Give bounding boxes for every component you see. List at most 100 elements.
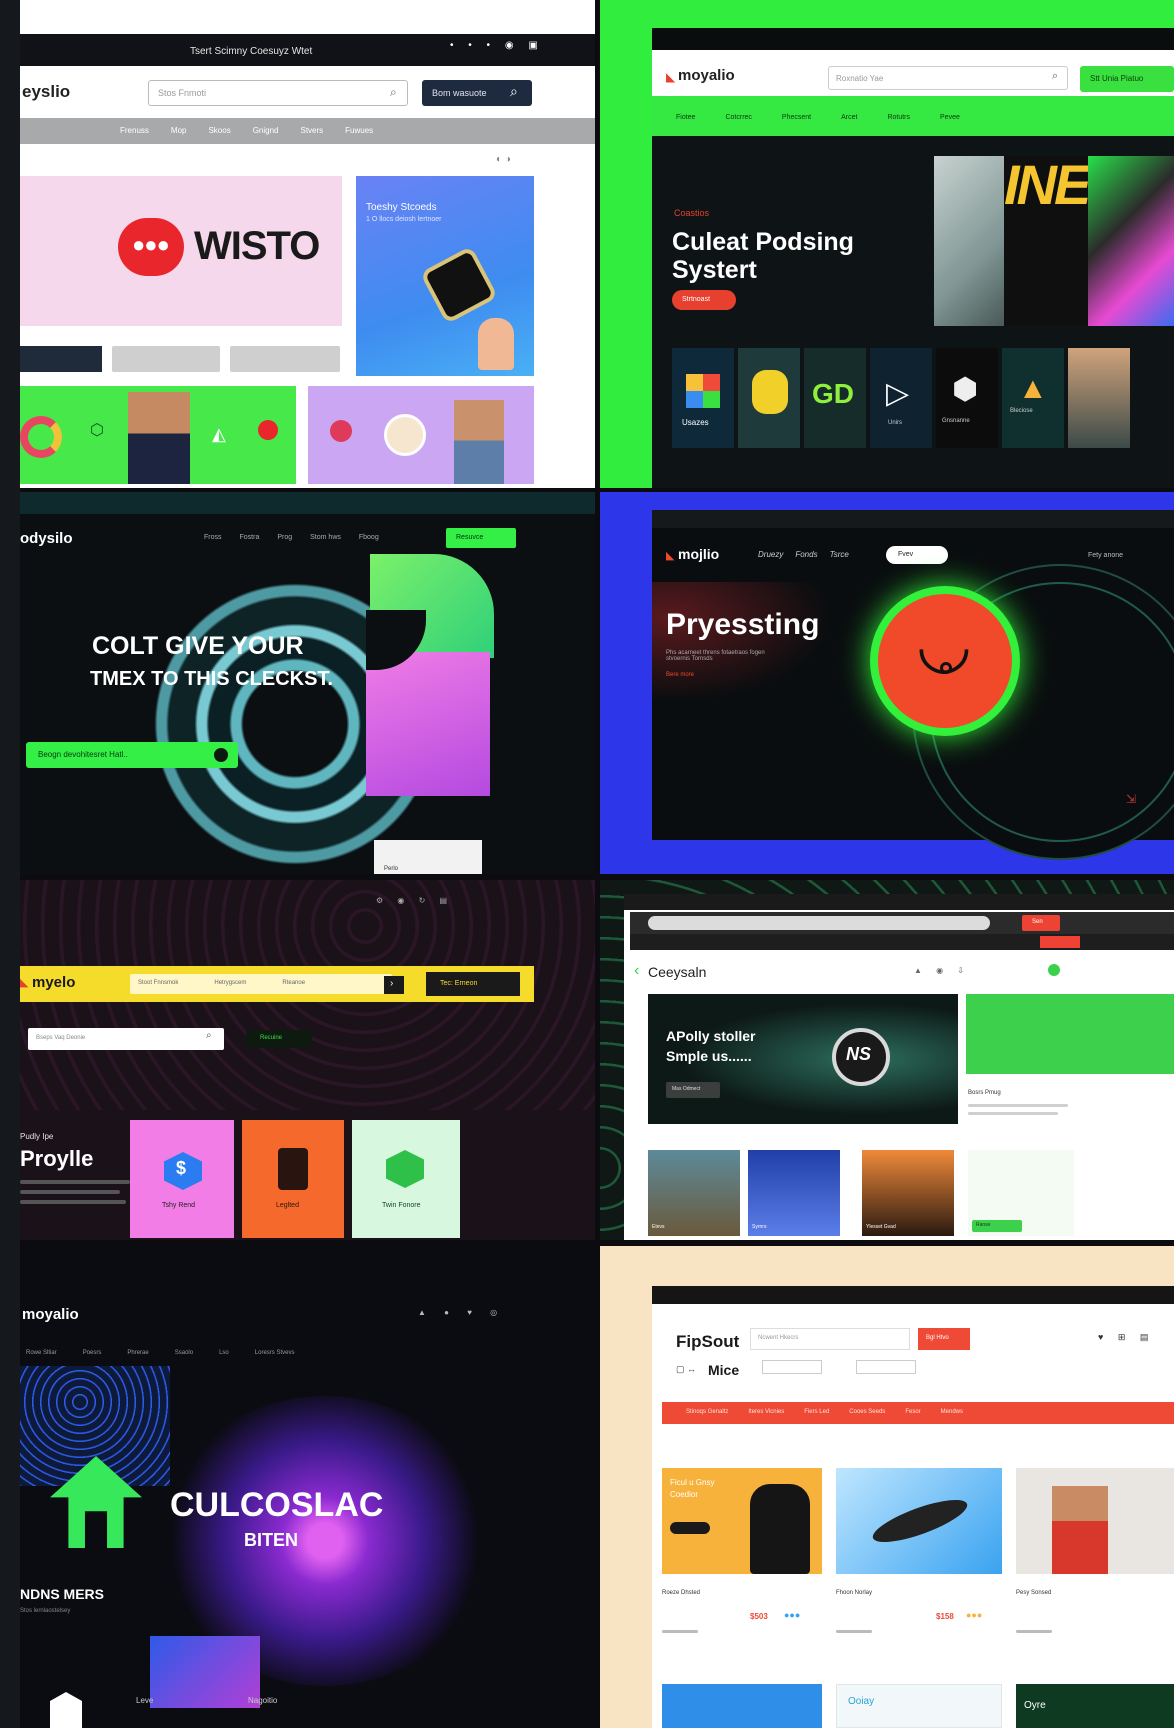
nav-item[interactable]: Poesrs [83,1350,102,1356]
logo[interactable]: moyalio [678,67,735,84]
menu-item[interactable]: Fiers Led [804,1409,829,1415]
shoe-icon: ◭ [212,424,226,444]
menu-item[interactable]: Iteres Vicnies [748,1409,784,1415]
tab-placeholder[interactable] [112,346,220,372]
hero-button-label: Strtnoast [682,296,711,303]
search-icon[interactable]: ⌕ [206,1030,212,1041]
nav-item[interactable]: Lso [219,1350,229,1356]
corner-arrow-icon[interactable]: ⇲ [1126,792,1136,806]
header-strip [20,492,595,514]
menu-item[interactable]: Mendws [941,1409,963,1415]
nav-item[interactable]: Stvers [301,126,324,135]
nav-item[interactable]: Phecsent [782,114,811,121]
nav-item[interactable]: Tsrce [830,550,849,559]
nav-item[interactable]: Cotcrrec [725,114,751,121]
nav-item[interactable]: Pevee [940,114,960,121]
nav-item[interactable]: Rowe Sltiar [26,1350,57,1356]
thumb-label: Ylesset Gvad [866,1224,896,1230]
nav-item[interactable]: Phrerae [127,1350,148,1356]
search-segment[interactable]: Stoot Fnnsmok [138,980,178,986]
grid-tile-robot-icon[interactable] [738,348,800,448]
nav-item[interactable]: Gnignd [253,126,279,135]
nav-item[interactable]: Arcet [841,114,857,121]
grid-tile-portrait[interactable] [1068,348,1130,448]
grid-tile-windows-icon[interactable]: Usazes [672,348,734,448]
grid-tile-gd-icon[interactable]: GD [804,348,866,448]
nav-items: Druezy Fonds Tsrce [758,550,849,559]
menu-item[interactable]: Stinoqs Genaltz [686,1409,728,1415]
tab-placeholder[interactable] [230,346,340,372]
nav-active-tab[interactable] [1040,936,1080,948]
nav-item[interactable]: Frenuss [120,126,149,135]
nav-item[interactable]: Stom hws [310,534,341,541]
grid-tile-cube-icon[interactable]: ⬢ Gnsnanne [936,348,998,448]
header-icons[interactable]: ♥ ⊞ ▤ [1098,1332,1154,1343]
tile-moyalio-gaming[interactable]: ◣ moyalio Roxnatio Yae ⌕ Stt Unia Piatuo… [600,0,1174,488]
search-icon[interactable]: ⌕ [1052,70,1058,83]
pager-dots[interactable]: ◐ ◑ [496,154,511,165]
headline-line-1: Culeat Podsing [672,228,854,256]
search-segment[interactable]: Hetrygscem [214,980,246,986]
nav-item[interactable]: Skoos [208,126,230,135]
dark-tab[interactable] [20,346,102,372]
nav-item[interactable]: Fostra [240,534,260,541]
top-strip-icons[interactable]: ⚙ ◉ ↻ ▤ [376,896,453,905]
side-title: Bosrs Pmug [968,1090,1001,1096]
logo[interactable]: mojlio [678,546,719,562]
color-swatches[interactable]: ●●● [966,1610,982,1620]
tile-myelo-finance[interactable]: ⚙ ◉ ↻ ▤ ◣ myelo Stoot Fnnsmok Hetrygscem… [20,880,595,1240]
toolbar-icons[interactable]: ▲ ◉ ⇩ [914,966,970,975]
nav-item[interactable]: Mop [171,126,187,135]
grid-tile-triangle-icon[interactable]: ▲ Bleciose [1002,348,1064,448]
header-icons[interactable]: ▲ ● ♥ ◎ [418,1308,505,1317]
grid-tile-play-icon[interactable]: ▷ Unirs [870,348,932,448]
logo[interactable]: moyalio [22,1306,79,1323]
promo-pill[interactable] [670,1522,710,1534]
more-link[interactable]: Bere more [666,672,694,678]
green-toggle[interactable] [1048,964,1060,976]
sub-toolbar-icons[interactable]: ▢ ↔ [676,1364,696,1375]
topbar-icons[interactable]: • • • ◉ ▣ [450,40,544,51]
tile-moyalio-neon[interactable]: moyalio ▲ ● ♥ ◎ Rowe Sltiar Poesrs Phrer… [20,1246,595,1728]
card-label: Twin Fonore [382,1202,421,1209]
back-icon[interactable]: ‹ [634,962,639,980]
search-icon[interactable]: ⌕ [390,85,397,100]
menu-item[interactable]: Fesor [905,1409,920,1415]
arrow-button[interactable] [384,976,404,994]
nav-item[interactable]: Fuwues [345,126,373,135]
url-field[interactable] [648,916,990,930]
nav-item[interactable]: Rotutrs [887,114,910,121]
toggle-pill[interactable] [886,546,948,564]
tile-fipsout-shop[interactable]: FipSout Ncwent Hkecrs Bgl Htvo ♥ ⊞ ▤ Mic… [600,1246,1174,1728]
side-promo[interactable] [966,994,1174,1074]
nav-item[interactable]: Druezy [758,550,783,559]
color-swatches[interactable]: ●●● [784,1610,800,1620]
sub-logo[interactable]: Mice [708,1362,739,1378]
logo[interactable]: eyslio [22,82,70,102]
dropdown[interactable] [762,1360,822,1374]
nav-item[interactable]: Fross [204,534,222,541]
tile-ceeysaln-media[interactable]: Sen ‹ Ceeysaln ▲ ◉ ⇩ APolly stoller Smpl… [600,880,1174,1240]
logo[interactable]: odysilo [20,530,73,547]
tile-odysilo-landing[interactable]: odysilo Fross Fostra Prog Stom hws Fboog… [20,492,595,874]
logo[interactable]: FipSout [676,1332,739,1352]
menu-item[interactable]: Cooes Seeds [849,1409,885,1415]
nav-item[interactable]: Fonds [795,550,817,559]
product-name: Fhoon Norlay [836,1590,873,1596]
headline: CULCOSLAC [170,1486,384,1524]
tile-mojlio-wifi[interactable]: ◣ mojlio Druezy Fonds Tsrce Fvev Fety an… [600,492,1174,874]
nav-item[interactable]: Loresrs Stvevs [255,1350,295,1356]
logo[interactable]: myelo [32,974,75,991]
nav-item[interactable]: Fiotee [676,114,695,121]
nav-item[interactable]: Prog [277,534,292,541]
nav-item[interactable]: Fboog [359,534,379,541]
bottom-card-blue[interactable] [662,1684,822,1728]
logo-icon: ◣ [666,550,675,562]
search-segment[interactable]: Rteanoe [282,980,305,986]
nav-right[interactable]: Fety anone [1088,552,1123,559]
nav-item[interactable]: Ssaolo [175,1350,193,1356]
search-button-icon: ⌕ [510,83,518,99]
tile-wisto-store[interactable]: Tsert Scimny Coesuyz Wtet • • • ◉ ▣ eysl… [20,0,595,488]
dropdown[interactable] [856,1360,916,1374]
logo[interactable]: Ceeysaln [648,964,706,980]
